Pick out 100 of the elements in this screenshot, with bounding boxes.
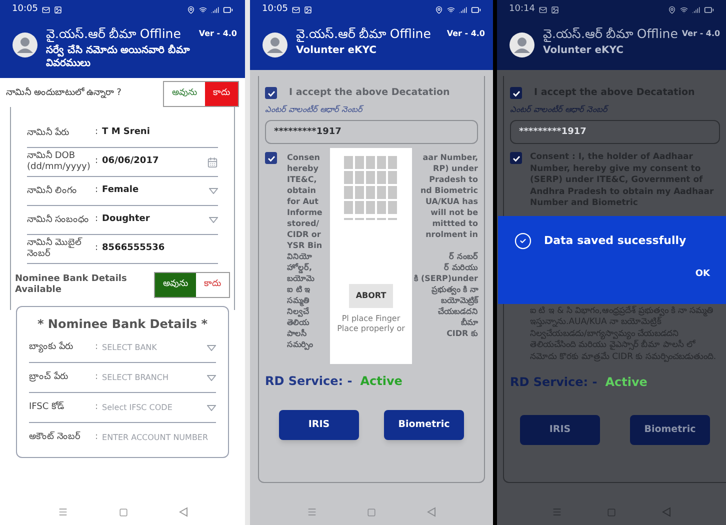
back-icon[interactable] — [426, 507, 436, 517]
dropdown-icon — [207, 344, 216, 350]
status-time: 10:05 — [262, 3, 288, 16]
menu-icon[interactable] — [552, 507, 562, 517]
field-label: నామినీ పేరు — [27, 128, 70, 138]
toggle-option[interactable]: అవును — [155, 273, 196, 297]
abort-button[interactable]: ABORT — [349, 284, 393, 308]
menu-icon[interactable] — [58, 507, 68, 517]
app-title: వై.యస్.ఆర్ బీమా Offline — [543, 25, 678, 44]
dropdown-icon — [207, 374, 216, 380]
consent-text: Consen — [287, 152, 320, 164]
signal-icon — [211, 6, 219, 14]
dropdown-icon — [207, 404, 216, 410]
battery-icon — [223, 5, 233, 15]
field-value[interactable]: 8566555536 — [102, 242, 218, 256]
bank-details-question: Nominee Bank Details Available — [15, 274, 128, 296]
consent-text: hereby — [287, 163, 318, 174]
field-value[interactable]: T M Sreni — [102, 126, 218, 140]
capture-button[interactable]: Biometric — [384, 410, 464, 440]
aadhaar-field[interactable]: *********1917 — [510, 120, 720, 144]
home-icon[interactable] — [367, 508, 376, 516]
select-field[interactable]: Select IFSC CODE — [102, 402, 203, 414]
location-icon — [668, 6, 676, 14]
field-separator: : — [95, 155, 98, 168]
consent-text: nd Biometric — [420, 185, 478, 196]
aadhaar-label: ఎంటర్ వాలంటీర్ ఆధార్ నెంబర్ — [510, 104, 610, 116]
capture-button[interactable]: IRIS — [520, 415, 600, 446]
consent-text: ఐ టి ఇ — [287, 284, 311, 296]
consent-text: RP) under — [433, 163, 478, 174]
field-value[interactable]: Female — [102, 184, 205, 198]
field-value[interactable]: 06/06/2017 — [102, 155, 203, 169]
image-icon — [550, 6, 559, 14]
capture-button[interactable]: Biometric — [630, 415, 710, 446]
field-label: నామినీ లింగం — [27, 186, 78, 196]
consent-text: CIDR or — [287, 229, 321, 240]
image-icon — [54, 6, 62, 14]
home-icon[interactable] — [118, 508, 128, 516]
field-label: బ్యాంకు పేరు — [29, 340, 74, 354]
aadhaar-field[interactable]: *********1917 — [265, 120, 478, 144]
app-title: వై.యస్.ఆర్ బీమా Offline — [296, 25, 431, 44]
field-separator: : — [95, 126, 98, 140]
battery-icon — [704, 5, 714, 15]
version-label: Ver - 4.0 — [446, 28, 485, 40]
calendar-icon[interactable] — [207, 156, 218, 168]
checkbox[interactable] — [510, 87, 522, 100]
input-field[interactable]: ENTER ACCOUNT NUMBER — [102, 432, 216, 444]
app-subtitle: Volunter eKYC — [296, 44, 378, 57]
avatar-logo-icon — [262, 32, 288, 58]
consent-text: Informe — [287, 207, 322, 218]
select-field[interactable]: SELECT BRANCH — [102, 372, 203, 384]
home-icon[interactable] — [607, 508, 616, 516]
app-subtitle: సర్వే చేసి నమోదు అయినవారి బీమా వివరములు — [46, 44, 191, 70]
back-icon[interactable] — [662, 507, 672, 517]
checkbox[interactable] — [265, 87, 277, 100]
status-time: 10:14 — [509, 3, 535, 16]
consent-text: YSR Bin — [287, 240, 322, 252]
checkbox[interactable] — [510, 152, 522, 164]
consent-text: ITE&C, — [287, 174, 317, 186]
consent-text: aar Number, — [422, 152, 478, 164]
consent-text: బీమా — [461, 317, 478, 328]
back-icon[interactable] — [178, 507, 188, 517]
dropdown-icon — [209, 188, 218, 194]
signal-icon — [459, 6, 467, 14]
menu-icon[interactable] — [307, 507, 318, 517]
capture-button[interactable]: IRIS — [279, 410, 359, 440]
consent-text: వినియో — [287, 251, 312, 262]
rd-service-status: Active — [605, 374, 648, 392]
location-icon — [435, 6, 443, 14]
wifi-icon — [199, 6, 207, 14]
mail-icon — [538, 6, 547, 14]
consent-text: బయోమె — [287, 274, 314, 284]
rd-service-status: Active — [360, 373, 402, 390]
consent-text: బయోమెట్రిక్ — [441, 295, 478, 306]
consent-text: సమ్మతి — [287, 295, 309, 306]
finger-placement-message: Pl place Finger Place properly or — [336, 314, 406, 334]
consent-text: mittted to — [432, 218, 478, 230]
wifi-icon — [447, 6, 455, 14]
select-field[interactable]: SELECT BANK — [102, 342, 203, 354]
ok-button[interactable]: OK — [695, 268, 710, 282]
field-label: బ్రాంచ్ పేరు — [29, 370, 69, 384]
consent-text: UA/KUA has — [425, 196, 478, 208]
nominee-question: నామినీ అందుబాటులో ఉన్నారా ? — [6, 87, 122, 100]
checkbox[interactable] — [265, 152, 277, 164]
field-label: నామినీ DOB (dd/mm/yyyy) — [27, 151, 91, 173]
consent-text: పాలసీ — [287, 328, 307, 340]
field-separator: : — [95, 340, 98, 354]
toggle-option[interactable]: కాదు — [205, 82, 238, 106]
consent-text: తెలియ — [287, 317, 309, 328]
wifi-icon — [680, 6, 688, 14]
field-label: నామినీ మొబైల్ నెంబర్ — [27, 238, 84, 260]
consent-text: ర్ మరియు — [444, 262, 478, 274]
consent-text: obtain — [287, 185, 316, 196]
field-value[interactable]: Doughter — [102, 213, 205, 227]
app-subtitle: Volunter eKYC — [543, 44, 624, 57]
consent-text: nrolment in — [426, 229, 478, 240]
version-label: Ver - 4.0 — [682, 28, 720, 40]
field-separator: : — [95, 213, 98, 226]
field-separator: : — [95, 431, 98, 444]
field-separator: : — [95, 400, 98, 414]
consent-text: for Aut — [287, 196, 318, 208]
